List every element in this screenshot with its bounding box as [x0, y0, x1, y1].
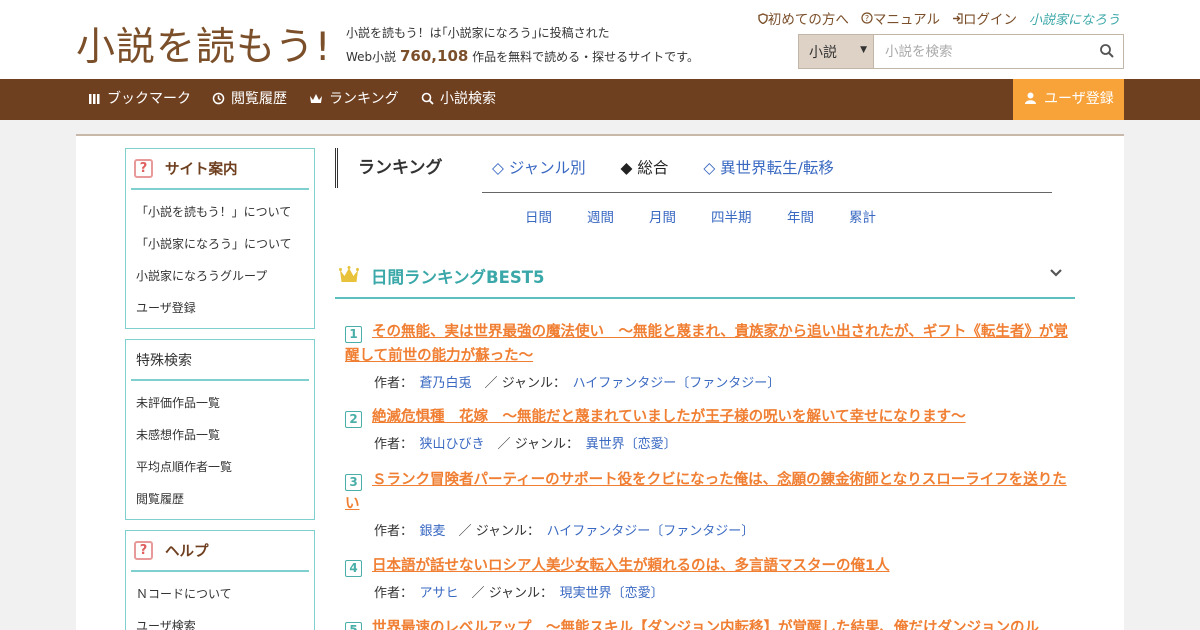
- bookmark-icon: [89, 94, 100, 104]
- manual-link[interactable]: ? マニュアル: [861, 8, 940, 28]
- sidebar-item-about-yomou[interactable]: 「小説を読もう！」について: [136, 196, 314, 228]
- help-circle-icon: ?: [861, 12, 873, 24]
- login-icon: [952, 13, 963, 24]
- tab-isekai[interactable]: ◇ 異世界転生/転移: [703, 159, 834, 177]
- login-link[interactable]: ログイン: [952, 8, 1017, 28]
- ranking-entry-3: 3 Ｓランク冒険者パーティーのサポート役をクビになった俺は、念願の錬金術師となりス…: [345, 468, 1075, 539]
- entry-genre[interactable]: ハイファンタジー〔ファンタジー〕: [547, 524, 755, 539]
- sidebar-item-user-search[interactable]: ユーザ検索: [136, 610, 314, 630]
- entry-author[interactable]: 銀麦: [420, 524, 446, 539]
- entry-meta: 作者： 銀麦 ／ ジャンル： ハイファンタジー〔ファンタジー〕: [374, 524, 755, 539]
- site-header: 小説を読もう! 小説を読もう！は｢小説家になろう｣に投稿された Web小説 76…: [0, 0, 1200, 79]
- sidebar-item-no-impressions[interactable]: 未感想作品一覧: [136, 419, 314, 451]
- search-icon: [421, 92, 434, 105]
- rank-number: 5: [345, 622, 362, 630]
- user-icon: [1025, 92, 1036, 104]
- entry-title[interactable]: 4 日本語が話せないロシア人美少女転入生が頼れるのは、多言語マスターの俺1人: [345, 554, 1075, 578]
- ranking-entry-4: 4 日本語が話せないロシア人美少女転入生が頼れるのは、多言語マスターの俺1人 作者…: [345, 554, 1075, 601]
- sidebar-site-info-header: ? サイト案内: [131, 149, 309, 190]
- entry-title[interactable]: 3 Ｓランク冒険者パーティーのサポート役をクビになった俺は、念願の錬金術師となりス…: [345, 468, 1075, 516]
- ranking-entry-5: 5 世界最速のレベルアップ ～無能スキル【ダンジョン内転移】が覚醒した結果、俺だけ…: [345, 616, 1075, 630]
- entry-genre[interactable]: ハイファンタジー〔ファンタジー〕: [573, 376, 781, 391]
- dropdown-arrow-icon: ▼: [860, 45, 867, 55]
- ranking-entry-1: 1 その無能、実は世界最強の魔法使い 〜無能と蔑まれ、貴族家から追い出されたが、ギ…: [345, 320, 1075, 391]
- entry-author[interactable]: アサヒ: [420, 586, 459, 601]
- nav-bookmark[interactable]: ブックマーク: [88, 79, 191, 120]
- sidebar-item-about-narou[interactable]: 「小説家になろう」について: [136, 228, 314, 260]
- entry-meta: 作者： アサヒ ／ ジャンル： 現実世界〔恋愛〕: [374, 586, 664, 601]
- sidebar-item-register[interactable]: ユーザ登録: [136, 292, 314, 324]
- sidebar-site-info: ? サイト案内 「小説を読もう！」について 「小説家になろう」について 小説家に…: [125, 148, 315, 329]
- rank-number: 1: [345, 326, 362, 343]
- rank-number: 2: [345, 411, 362, 428]
- sidebar-help-header: ? ヘルプ: [131, 531, 309, 572]
- entry-title[interactable]: 1 その無能、実は世界最強の魔法使い 〜無能と蔑まれ、貴族家から追い出されたが、ギ…: [345, 320, 1075, 368]
- daily-ranking-title: 日間ランキングBEST5: [371, 268, 545, 287]
- crown-icon: [339, 266, 359, 282]
- tab-genre[interactable]: ◇ ジャンル別: [492, 159, 586, 177]
- register-button[interactable]: ユーザ登録: [1013, 79, 1124, 120]
- site-description-line2: Web小説 760,108 作品を無料で読める・探せるサイトです。: [346, 45, 699, 69]
- sidebar-item-narou-group[interactable]: 小説家になろうグループ: [136, 260, 314, 292]
- ranking-entry-2: 2 絶滅危惧種 花嫁 ～無能だと蔑まれていましたが王子様の呪いを解いて幸せになりま…: [345, 405, 1075, 452]
- period-yearly[interactable]: 年間: [787, 206, 849, 226]
- period-total[interactable]: 累計: [849, 206, 876, 226]
- first-time-link[interactable]: 初めての方へ: [758, 8, 849, 28]
- novel-count: 760,108: [400, 47, 469, 65]
- nav-ranking[interactable]: ランキング: [309, 79, 399, 120]
- site-description: 小説を読もう！は｢小説家になろう｣に投稿された Web小説 760,108 作品…: [346, 22, 699, 69]
- rank-number: 3: [345, 474, 362, 491]
- sidebar-special-search: 特殊検索 未評価作品一覧 未感想作品一覧 平均点順作者一覧 閲覧履歴: [125, 339, 315, 520]
- daily-ranking-header[interactable]: 日間ランキングBEST5: [335, 254, 1075, 299]
- question-icon: ?: [134, 159, 153, 178]
- main-container: ? サイト案内 「小説を読もう！」について 「小説家になろう」について 小説家に…: [76, 134, 1124, 630]
- entry-title[interactable]: 5 世界最速のレベルアップ ～無能スキル【ダンジョン内転移】が覚醒した結果、俺だけ…: [345, 616, 1075, 630]
- history-icon: [212, 92, 225, 105]
- sidebar-item-history[interactable]: 閲覧履歴: [136, 483, 314, 515]
- sidebar-item-avg-score-authors[interactable]: 平均点順作者一覧: [136, 451, 314, 483]
- entry-author[interactable]: 蒼乃白兎: [420, 376, 472, 391]
- entry-title[interactable]: 2 絶滅危惧種 花嫁 ～無能だと蔑まれていましたが王子様の呪いを解いて幸せになりま…: [345, 405, 1075, 429]
- period-weekly[interactable]: 週間: [587, 206, 649, 226]
- entry-meta: 作者： 狭山ひびき ／ ジャンル： 異世界〔恋愛〕: [374, 437, 677, 452]
- desc-prefix: Web小説: [346, 50, 397, 64]
- entry-genre[interactable]: 異世界〔恋愛〕: [586, 437, 677, 452]
- tab-overall[interactable]: ◆ 総合: [621, 159, 669, 177]
- search-input[interactable]: [875, 35, 1095, 68]
- tab-divider: [482, 192, 1052, 193]
- sidebar-special-search-header: 特殊検索: [131, 340, 309, 381]
- period-monthly[interactable]: 月間: [649, 206, 711, 226]
- entry-meta: 作者： 蒼乃白兎 ／ ジャンル： ハイファンタジー〔ファンタジー〕: [374, 376, 781, 391]
- sidebar-item-unrated[interactable]: 未評価作品一覧: [136, 387, 314, 419]
- site-description-line1: 小説を読もう！は｢小説家になろう｣に投稿された: [346, 26, 610, 40]
- crown-icon: [310, 94, 322, 103]
- site-logo[interactable]: 小説を読もう!: [76, 16, 331, 72]
- sidebar-item-ncode[interactable]: Ｎコードについて: [136, 578, 314, 610]
- sidebar-help: ? ヘルプ Ｎコードについて ユーザ検索: [125, 530, 315, 630]
- ranking-title: ランキング: [335, 148, 443, 188]
- top-links: 初めての方へ ? マニュアル ログイン 小説家になろう: [758, 8, 1120, 28]
- entry-author[interactable]: 狭山ひびき: [420, 437, 485, 452]
- shield-icon: [758, 13, 768, 25]
- rank-number: 4: [345, 560, 362, 577]
- period-daily[interactable]: 日間: [525, 206, 587, 226]
- search-type-select[interactable]: 小説 ▼: [799, 35, 874, 68]
- period-quarterly[interactable]: 四半期: [711, 206, 787, 226]
- chevron-down-icon[interactable]: [1049, 268, 1063, 278]
- period-links: 日間 週間 月間 四半期 年間 累計: [525, 206, 876, 226]
- svg-text:?: ?: [865, 14, 869, 23]
- entry-genre[interactable]: 現実世界〔恋愛〕: [560, 586, 664, 601]
- narou-logo-link[interactable]: 小説家になろう: [1029, 9, 1120, 28]
- search-bar: 小説 ▼: [798, 34, 1124, 69]
- question-icon: ?: [134, 541, 153, 560]
- main-nav: ブックマーク 閲覧履歴 ランキング 小説検索 ユーザ登録: [0, 79, 1200, 120]
- ranking-tabs: ◇ ジャンル別 ◆ 総合 ◇ 異世界転生/転移: [492, 156, 864, 178]
- nav-search[interactable]: 小説検索: [421, 79, 496, 120]
- search-icon[interactable]: [1099, 43, 1115, 59]
- nav-history[interactable]: 閲覧履歴: [212, 79, 287, 120]
- desc-suffix: 作品を無料で読める・探せるサイトです。: [472, 50, 699, 64]
